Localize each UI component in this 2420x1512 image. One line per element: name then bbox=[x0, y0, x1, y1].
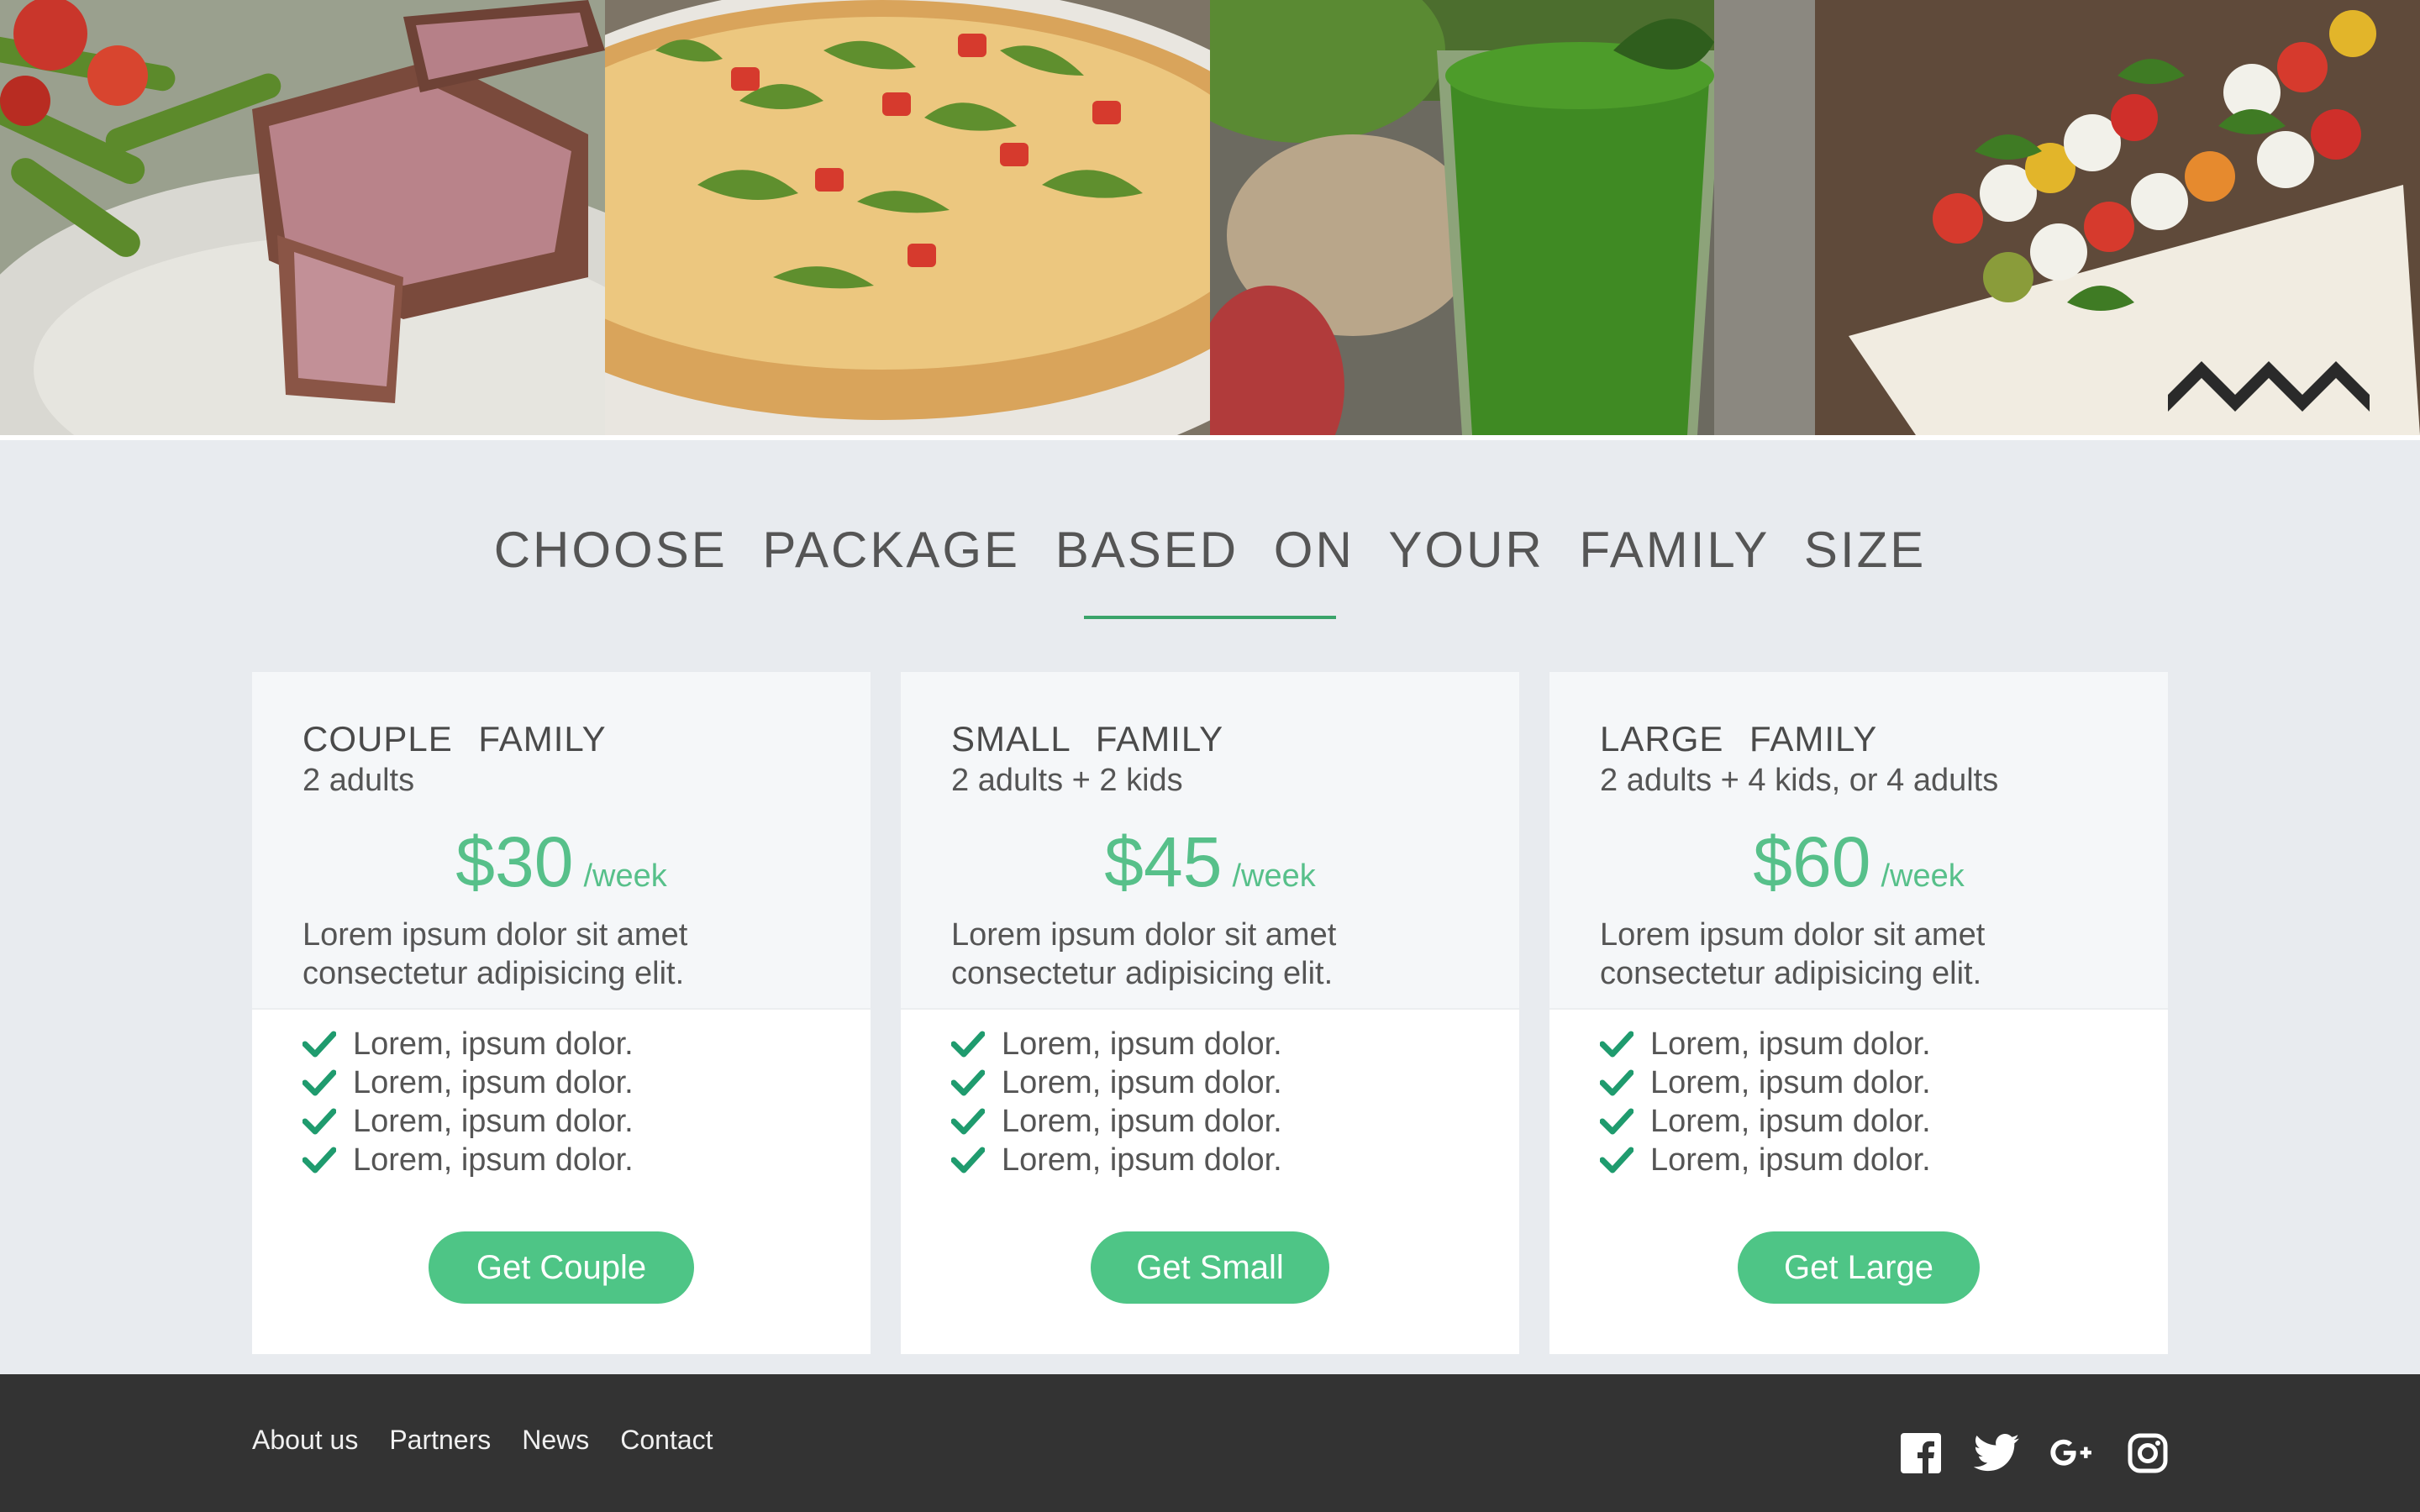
feature-text: Lorem, ipsum dolor. bbox=[1002, 1064, 1282, 1100]
check-icon bbox=[951, 1068, 985, 1097]
footer-link-partners[interactable]: Partners bbox=[389, 1425, 491, 1456]
footer-link-contact[interactable]: Contact bbox=[620, 1425, 713, 1456]
feature-text: Lorem, ipsum dolor. bbox=[1650, 1142, 1931, 1178]
package-card-large: LARGE FAMILY 2 adults + 4 kids, or 4 adu… bbox=[1549, 672, 2168, 1354]
heading-underline bbox=[1084, 616, 1336, 619]
check-icon bbox=[1600, 1030, 1634, 1058]
package-card-small: SMALL FAMILY 2 adults + 2 kids $45/week … bbox=[901, 672, 1519, 1354]
feature-item: Lorem, ipsum dolor. bbox=[951, 1063, 1282, 1102]
check-icon bbox=[302, 1107, 336, 1136]
package-cards: COUPLE FAMILY 2 adults $30/week Lorem ip… bbox=[252, 672, 2170, 1354]
facebook-icon[interactable] bbox=[1897, 1430, 1944, 1477]
check-icon bbox=[1600, 1146, 1634, 1174]
package-description: Lorem ipsum dolor sit amet consectetur a… bbox=[302, 917, 688, 991]
price-row: $60/week bbox=[1549, 822, 2168, 903]
social-links bbox=[1897, 1430, 2171, 1477]
price-row: $30/week bbox=[252, 822, 871, 903]
instagram-icon[interactable] bbox=[2124, 1430, 2171, 1477]
package-price: $30 bbox=[455, 822, 574, 901]
feature-text: Lorem, ipsum dolor. bbox=[353, 1064, 634, 1100]
feature-text: Lorem, ipsum dolor. bbox=[353, 1026, 634, 1062]
site-footer: About us Partners News Contact bbox=[0, 1374, 2420, 1512]
footer-link-news[interactable]: News bbox=[522, 1425, 589, 1456]
get-couple-button[interactable]: Get Couple bbox=[429, 1231, 694, 1304]
steak-photo bbox=[0, 0, 605, 435]
check-icon bbox=[302, 1068, 336, 1097]
feature-item: Lorem, ipsum dolor. bbox=[302, 1141, 634, 1179]
feature-list: Lorem, ipsum dolor. Lorem, ipsum dolor. … bbox=[302, 1025, 634, 1179]
feature-item: Lorem, ipsum dolor. bbox=[302, 1102, 634, 1141]
feature-list: Lorem, ipsum dolor. Lorem, ipsum dolor. … bbox=[951, 1025, 1282, 1179]
price-period: /week bbox=[1881, 858, 1965, 894]
package-description: Lorem ipsum dolor sit amet consectetur a… bbox=[951, 917, 1337, 991]
package-title: LARGE FAMILY bbox=[1600, 719, 1878, 759]
feature-item: Lorem, ipsum dolor. bbox=[951, 1141, 1282, 1179]
feature-text: Lorem, ipsum dolor. bbox=[353, 1142, 634, 1178]
feature-item: Lorem, ipsum dolor. bbox=[302, 1025, 634, 1063]
package-card-couple: COUPLE FAMILY 2 adults $30/week Lorem ip… bbox=[252, 672, 871, 1354]
footer-link-about-us[interactable]: About us bbox=[252, 1425, 358, 1456]
feature-text: Lorem, ipsum dolor. bbox=[1002, 1103, 1282, 1139]
feature-item: Lorem, ipsum dolor. bbox=[951, 1102, 1282, 1141]
gallery-divider bbox=[0, 435, 2420, 440]
caprese-skewers-photo bbox=[1815, 0, 2420, 435]
hero-gallery bbox=[0, 0, 2420, 435]
check-icon bbox=[951, 1030, 985, 1058]
feature-item: Lorem, ipsum dolor. bbox=[302, 1063, 634, 1102]
check-icon bbox=[1600, 1068, 1634, 1097]
package-price: $60 bbox=[1753, 822, 1871, 901]
feature-item: Lorem, ipsum dolor. bbox=[951, 1025, 1282, 1063]
check-icon bbox=[302, 1146, 336, 1174]
price-period: /week bbox=[1232, 858, 1316, 894]
feature-text: Lorem, ipsum dolor. bbox=[1650, 1026, 1931, 1062]
price-period: /week bbox=[583, 858, 667, 894]
package-subtitle: 2 adults + 4 kids, or 4 adults bbox=[1600, 763, 1999, 798]
package-subtitle: 2 adults + 2 kids bbox=[951, 763, 1183, 798]
feature-text: Lorem, ipsum dolor. bbox=[1002, 1142, 1282, 1178]
feature-item: Lorem, ipsum dolor. bbox=[1600, 1063, 1931, 1102]
green-smoothie-photo bbox=[1210, 0, 1815, 435]
check-icon bbox=[951, 1146, 985, 1174]
google-plus-icon[interactable] bbox=[2049, 1430, 2096, 1477]
feature-text: Lorem, ipsum dolor. bbox=[1002, 1026, 1282, 1062]
package-subtitle: 2 adults bbox=[302, 763, 415, 798]
feature-item: Lorem, ipsum dolor. bbox=[1600, 1141, 1931, 1179]
check-icon bbox=[1600, 1107, 1634, 1136]
pizza-photo bbox=[605, 0, 1210, 435]
package-title: SMALL FAMILY bbox=[951, 719, 1224, 759]
check-icon bbox=[951, 1107, 985, 1136]
section-heading: CHOOSE PACKAGE BASED ON YOUR FAMILY SIZE bbox=[493, 522, 1927, 578]
feature-item: Lorem, ipsum dolor. bbox=[1600, 1102, 1931, 1141]
get-small-button[interactable]: Get Small bbox=[1091, 1231, 1329, 1304]
feature-text: Lorem, ipsum dolor. bbox=[353, 1103, 634, 1139]
feature-text: Lorem, ipsum dolor. bbox=[1650, 1103, 1931, 1139]
package-title: COUPLE FAMILY bbox=[302, 719, 607, 759]
package-description: Lorem ipsum dolor sit amet consectetur a… bbox=[1600, 917, 1986, 991]
get-large-button[interactable]: Get Large bbox=[1738, 1231, 1980, 1304]
feature-list: Lorem, ipsum dolor. Lorem, ipsum dolor. … bbox=[1600, 1025, 1931, 1179]
feature-text: Lorem, ipsum dolor. bbox=[1650, 1064, 1931, 1100]
package-price: $45 bbox=[1104, 822, 1223, 901]
feature-item: Lorem, ipsum dolor. bbox=[1600, 1025, 1931, 1063]
price-row: $45/week bbox=[901, 822, 1519, 903]
footer-nav: About us Partners News Contact bbox=[252, 1425, 713, 1456]
twitter-icon[interactable] bbox=[1973, 1430, 2020, 1477]
check-icon bbox=[302, 1030, 336, 1058]
